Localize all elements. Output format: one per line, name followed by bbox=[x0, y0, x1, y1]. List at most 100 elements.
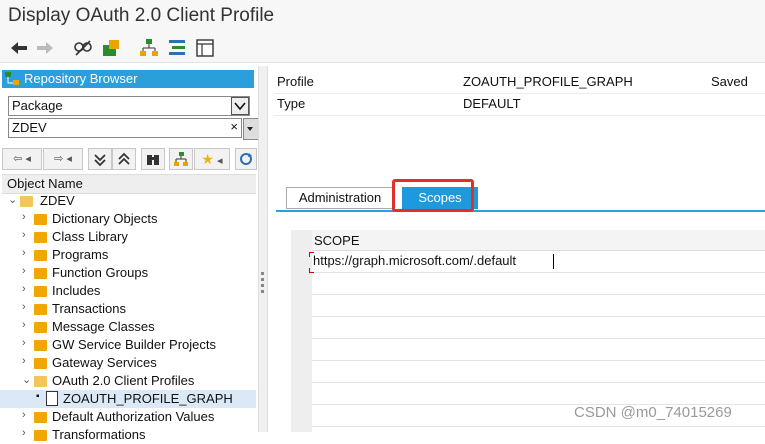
object-name-input[interactable]: ZDEV × bbox=[8, 118, 242, 138]
table-row[interactable] bbox=[312, 339, 765, 361]
chevron-right-icon[interactable]: › bbox=[22, 355, 32, 367]
chevron-down-icon[interactable]: ⌄ bbox=[8, 193, 18, 206]
table-row[interactable] bbox=[312, 273, 765, 295]
tree-node-label: ZDEV bbox=[40, 193, 75, 208]
tab-administration[interactable]: Administration bbox=[286, 187, 394, 209]
tree-node[interactable]: › Function Groups bbox=[0, 264, 256, 282]
folder-icon bbox=[34, 322, 47, 333]
table-row[interactable] bbox=[312, 295, 765, 317]
object-type-select[interactable]: Package bbox=[8, 96, 250, 116]
display-change-icon[interactable] bbox=[72, 37, 94, 59]
tree-node-label: Function Groups bbox=[52, 265, 149, 280]
tree-node[interactable]: › Default Authorization Values bbox=[0, 408, 256, 426]
profile-row: Profile ZOAUTH_PROFILE_GRAPH Saved bbox=[274, 71, 765, 94]
tree-node[interactable]: › GW Service Builder Projects bbox=[0, 336, 256, 354]
tree-node[interactable]: › Message Classes bbox=[0, 318, 256, 336]
profile-detail-panel: Profile ZOAUTH_PROFILE_GRAPH Saved Type … bbox=[268, 66, 765, 432]
tree-node[interactable]: › Gateway Services bbox=[0, 354, 256, 372]
tree-node-label: Programs bbox=[52, 247, 109, 262]
profile-label: Profile bbox=[277, 74, 314, 89]
layout-icon[interactable] bbox=[194, 37, 216, 59]
hierarchy-icon[interactable] bbox=[169, 148, 193, 170]
scope-cell[interactable]: https://graph.microsoft.com/.default bbox=[313, 253, 516, 268]
tree-node[interactable]: ⌄ OAuth 2.0 Client Profiles bbox=[0, 372, 256, 390]
table-row[interactable] bbox=[312, 383, 765, 405]
folder-icon bbox=[34, 412, 47, 423]
tree-node-selected[interactable]: ▪ ZOAUTH_PROFILE_GRAPH bbox=[0, 390, 256, 408]
scope-column-label: SCOPE bbox=[314, 233, 360, 248]
tree-node[interactable]: ⌄ ZDEV bbox=[0, 192, 256, 210]
chevron-right-icon[interactable]: › bbox=[22, 247, 32, 259]
tree-node-label: Default Authorization Values bbox=[52, 409, 215, 424]
splitter-grip bbox=[261, 284, 264, 287]
object-name-column-label: Object Name bbox=[7, 176, 83, 191]
back-arrow-icon[interactable] bbox=[8, 37, 30, 59]
tree-node-label: Includes bbox=[52, 283, 101, 298]
object-name-column-header: Object Name bbox=[2, 174, 256, 194]
text-cursor bbox=[553, 254, 554, 269]
chevron-right-icon[interactable]: › bbox=[22, 319, 32, 331]
window-title: Display OAuth 2.0 Client Profile bbox=[8, 5, 275, 26]
folder-icon bbox=[34, 358, 47, 369]
tree-node[interactable]: › Programs bbox=[0, 246, 256, 264]
tree-node-label: GW Service Builder Projects bbox=[52, 337, 216, 352]
splitter-grip bbox=[261, 272, 264, 275]
panel-splitter[interactable] bbox=[258, 66, 268, 432]
folder-icon bbox=[34, 250, 47, 261]
where-used-icon[interactable] bbox=[166, 37, 188, 59]
table-row[interactable] bbox=[312, 317, 765, 339]
tree-node[interactable]: › Class Library bbox=[0, 228, 256, 246]
collapse-all-icon[interactable] bbox=[88, 148, 112, 170]
repository-browser-icon bbox=[5, 72, 19, 85]
chevron-right-icon[interactable]: › bbox=[22, 301, 32, 313]
splitter-grip bbox=[261, 290, 264, 293]
previous-object-icon[interactable]: ⇦ ◂ bbox=[2, 148, 42, 170]
tree-node-label: Message Classes bbox=[52, 319, 155, 334]
object-activate-icon[interactable] bbox=[100, 37, 122, 59]
application-toolbar bbox=[0, 34, 765, 63]
refresh-icon[interactable] bbox=[235, 148, 257, 170]
display-object-button[interactable] bbox=[243, 118, 259, 140]
chevron-right-icon[interactable]: › bbox=[22, 427, 32, 439]
tree-node-label: OAuth 2.0 Client Profiles bbox=[52, 373, 195, 388]
profile-header: Profile ZOAUTH_PROFILE_GRAPH Saved Type … bbox=[274, 66, 765, 118]
forward-arrow-icon[interactable] bbox=[34, 37, 56, 59]
watermark: CSDN @m0_74015269 bbox=[574, 404, 732, 421]
tree-node[interactable]: › Includes bbox=[0, 282, 256, 300]
chevron-down-icon[interactable] bbox=[231, 97, 249, 115]
repository-browser-header: Repository Browser bbox=[2, 70, 254, 88]
tree-node[interactable]: › Transformations bbox=[0, 426, 256, 444]
type-label: Type bbox=[277, 96, 306, 111]
folder-icon bbox=[34, 304, 47, 315]
chevron-right-icon[interactable]: › bbox=[22, 337, 32, 349]
folder-icon bbox=[34, 214, 47, 225]
tree-node-label: Transactions bbox=[52, 301, 126, 316]
folder-icon bbox=[34, 286, 47, 297]
hierarchy-icon[interactable] bbox=[138, 37, 160, 59]
splitter-grip bbox=[261, 278, 264, 281]
favorites-icon[interactable]: ★ ◂ bbox=[194, 148, 230, 170]
binoculars-icon[interactable] bbox=[141, 148, 165, 170]
annotation-highlight-box bbox=[392, 179, 474, 212]
table-row[interactable] bbox=[312, 361, 765, 383]
table-row[interactable]: https://graph.microsoft.com/.default bbox=[312, 251, 765, 273]
chevron-right-icon[interactable]: › bbox=[22, 409, 32, 421]
next-object-icon[interactable]: ⇨ ◂ bbox=[43, 148, 83, 170]
clear-icon[interactable]: × bbox=[230, 119, 238, 134]
chevron-right-icon[interactable]: › bbox=[22, 229, 32, 241]
tree-node-label: Transformations bbox=[52, 427, 146, 442]
folder-open-icon bbox=[20, 196, 33, 207]
chevron-right-icon[interactable]: › bbox=[22, 265, 32, 277]
chevron-right-icon[interactable]: › bbox=[22, 211, 32, 223]
type-value: DEFAULT bbox=[463, 96, 521, 111]
chevron-right-icon[interactable]: › bbox=[22, 283, 32, 295]
chevron-down-icon[interactable]: ⌄ bbox=[22, 373, 32, 386]
object-name-value: ZDEV bbox=[12, 120, 47, 135]
bullet-icon: ▪ bbox=[36, 391, 40, 402]
scope-column-header[interactable]: SCOPE bbox=[312, 230, 765, 251]
expand-all-icon[interactable] bbox=[112, 148, 136, 170]
tree-node[interactable]: › Dictionary Objects bbox=[0, 210, 256, 228]
folder-icon bbox=[34, 340, 47, 351]
tree-node[interactable]: › Transactions bbox=[0, 300, 256, 318]
folder-open-icon bbox=[34, 376, 47, 387]
